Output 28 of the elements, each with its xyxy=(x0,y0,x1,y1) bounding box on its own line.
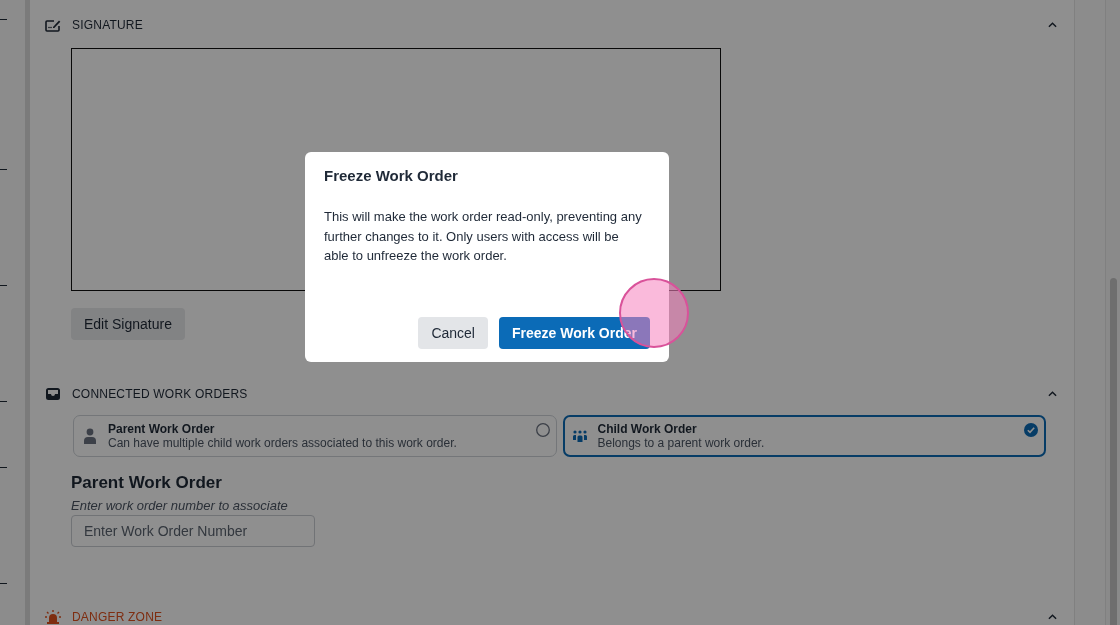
field-heading: Parent Work Order xyxy=(71,472,222,494)
cancel-button[interactable]: Cancel xyxy=(418,317,488,349)
signature-icon xyxy=(45,18,61,32)
siren-icon xyxy=(45,610,61,624)
dialog-title: Freeze Work Order xyxy=(324,167,458,185)
tray-icon xyxy=(45,387,61,401)
chevron-up-icon[interactable] xyxy=(1048,22,1057,28)
radio-icon xyxy=(535,423,550,437)
option-title: Parent Work Order xyxy=(108,422,215,436)
person-icon xyxy=(84,428,96,444)
option-title: Child Work Order xyxy=(597,422,697,436)
edit-signature-button[interactable]: Edit Signature xyxy=(71,308,185,340)
work-order-type-option[interactable]: Parent Work Order Can have multiple child work orders associated to this work order. xyxy=(73,415,557,457)
chevron-up-icon[interactable] xyxy=(1048,614,1057,620)
people-icon xyxy=(571,430,588,442)
work-order-number-input[interactable]: Enter Work Order Number xyxy=(71,515,315,547)
option-description: Belongs to a parent work order. xyxy=(597,436,765,450)
check-circle-icon xyxy=(1024,423,1038,437)
field-hint: Enter work order number to associate xyxy=(71,497,288,515)
section-title: CONNECTED WORK ORDERS xyxy=(72,387,248,401)
work-order-type-option[interactable]: Child Work Order Belongs to a parent work order. xyxy=(562,415,1046,457)
chevron-up-icon[interactable] xyxy=(1048,391,1057,397)
scrollbar-track[interactable] xyxy=(1106,0,1120,625)
section-title: SIGNATURE xyxy=(72,18,143,32)
section-title: DANGER ZONE xyxy=(72,610,163,624)
scrollbar-thumb[interactable] xyxy=(1109,278,1117,625)
option-description: Can have multiple child work orders associated to this work order. xyxy=(108,436,457,450)
dialog-message: This will make the work order read-only, preventing any further changes to it. Only users with access will be able to unfreeze the work order. xyxy=(324,208,643,265)
